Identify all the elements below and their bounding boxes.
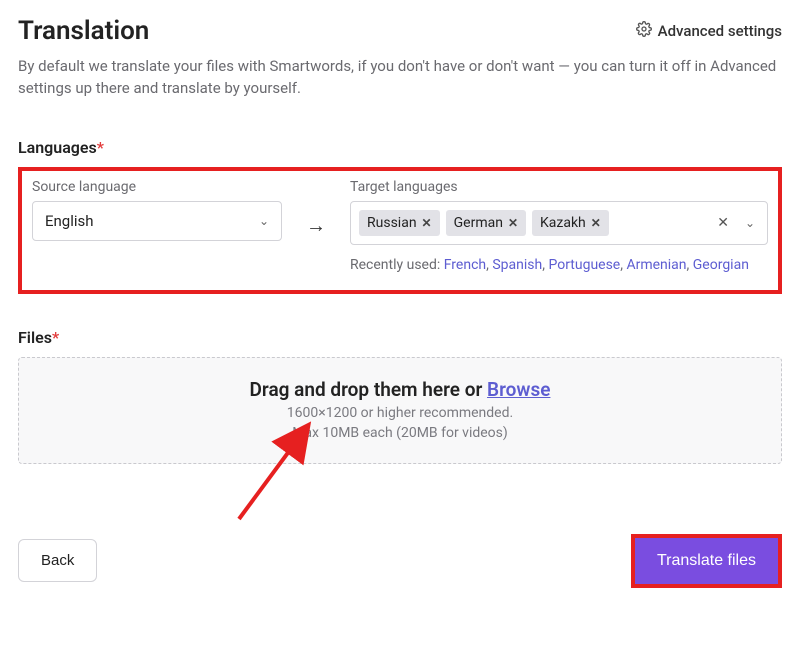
recent-language-link[interactable]: French: [444, 257, 486, 273]
file-dropzone[interactable]: Drag and drop them here or Browse 1600×1…: [18, 357, 782, 464]
language-chip: German ✕: [446, 210, 526, 236]
files-section-label: Files*: [18, 328, 782, 347]
description-text: By default we translate your files with …: [18, 56, 782, 100]
recent-language-link[interactable]: Spanish: [492, 257, 542, 273]
chevron-down-icon[interactable]: ⌄: [741, 216, 759, 230]
language-chip: Russian ✕: [359, 210, 440, 236]
gear-icon: [636, 21, 652, 41]
chip-remove-icon[interactable]: ✕: [508, 216, 518, 230]
recent-language-link[interactable]: Georgian: [693, 257, 749, 273]
languages-section-label: Languages*: [18, 138, 782, 157]
target-languages-label: Target languages: [350, 179, 768, 195]
chevron-down-icon: ⌄: [259, 214, 269, 228]
dropzone-hint-1: 1600×1200 or higher recommended.: [29, 405, 771, 421]
dropzone-main-text: Drag and drop them here or Browse: [29, 378, 771, 401]
translate-button-highlight: Translate files: [631, 534, 782, 588]
translate-files-button[interactable]: Translate files: [635, 538, 778, 584]
source-language-select[interactable]: English ⌄: [32, 201, 282, 241]
source-language-value: English: [45, 212, 94, 230]
clear-all-icon[interactable]: ✕: [711, 215, 735, 231]
languages-panel: Source language English ⌄ → Target langu…: [18, 167, 782, 294]
advanced-settings-button[interactable]: Advanced settings: [636, 21, 782, 41]
advanced-settings-label: Advanced settings: [658, 22, 782, 40]
source-language-label: Source language: [32, 179, 282, 195]
language-chip: Kazakh ✕: [532, 210, 609, 236]
arrow-right-icon: →: [296, 179, 336, 238]
dropzone-hint-2: Max 10MB each (20MB for videos): [29, 425, 771, 441]
recent-language-link[interactable]: Portuguese: [548, 257, 620, 273]
page-title: Translation: [18, 16, 149, 46]
back-button[interactable]: Back: [18, 539, 97, 582]
recent-language-link[interactable]: Armenian: [626, 257, 686, 273]
target-languages-select[interactable]: Russian ✕ German ✕ Kazakh ✕ ✕ ⌄: [350, 201, 768, 245]
browse-link[interactable]: Browse: [487, 378, 550, 401]
chip-remove-icon[interactable]: ✕: [591, 216, 601, 230]
chip-remove-icon[interactable]: ✕: [422, 216, 432, 230]
recently-used: Recently used: French, Spanish, Portugue…: [350, 255, 768, 276]
